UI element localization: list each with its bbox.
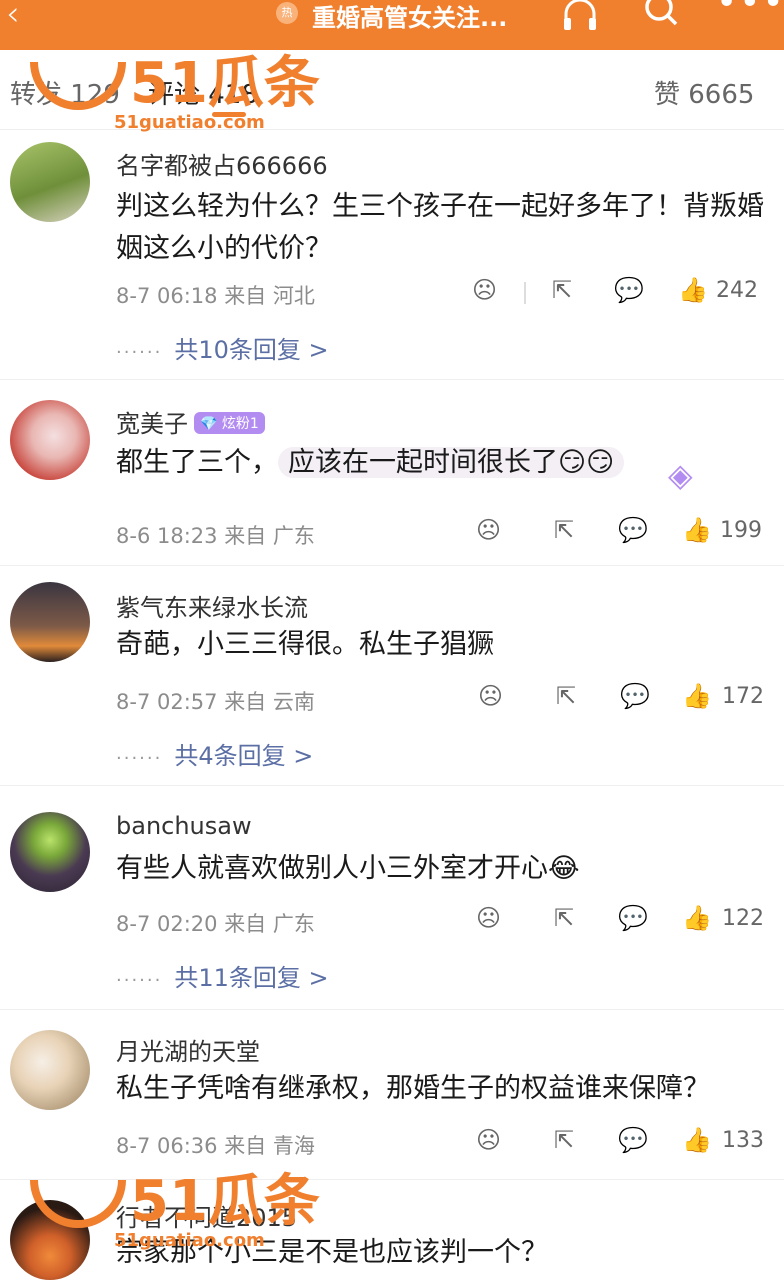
- avatar[interactable]: [10, 582, 90, 662]
- username[interactable]: 名字都被占666666: [116, 146, 328, 181]
- replies-label: 共4条回复 >: [174, 742, 314, 770]
- comment-text-highlight: 应该在一起时间很长了😏😏: [278, 447, 625, 478]
- like-icon[interactable]: 👍: [682, 1126, 712, 1154]
- tab-bar: 转发 129 评论 418 赞 6665: [0, 50, 784, 130]
- username-text: 宽美子: [116, 410, 188, 438]
- share-icon[interactable]: ⇱: [554, 904, 574, 932]
- top-bar: ‹ 热 重婚高管女关注... •••: [0, 0, 784, 50]
- comment-item: 月光湖的天堂 私生子凭啥有继承权，那婚生子的权益谁来保障？ 8-7 06:36 …: [0, 1010, 784, 1180]
- reply-icon[interactable]: 💬: [618, 1126, 648, 1154]
- search-button[interactable]: [642, 0, 682, 41]
- comment-time: 8-7 02:20: [116, 912, 218, 936]
- comment-time: 8-7 02:57: [116, 690, 218, 714]
- active-tab-indicator: [212, 112, 246, 117]
- like-count: 122: [722, 906, 764, 931]
- username[interactable]: 紫气东来绿水长流: [116, 588, 308, 623]
- fan-badge: 💎 炫粉1: [194, 412, 265, 434]
- replies-label: 共11条回复 >: [174, 964, 329, 992]
- comment-item: banchusaw 有些人就喜欢做别人小三外室才开心😂 8-7 02:20 来自…: [0, 786, 784, 1010]
- like-icon[interactable]: 👍: [682, 904, 712, 932]
- tab-likes[interactable]: 赞 6665: [654, 74, 754, 111]
- reply-icon[interactable]: 💬: [618, 904, 648, 932]
- like-icon[interactable]: 👍: [682, 682, 712, 710]
- like-count: 242: [716, 278, 758, 303]
- reply-icon[interactable]: 💬: [618, 516, 648, 544]
- ellipsis-icon: ······: [116, 970, 163, 991]
- hot-badge: 热: [276, 2, 298, 24]
- ellipsis-icon: ······: [116, 342, 163, 363]
- headphones-icon: [564, 0, 596, 30]
- avatar[interactable]: [10, 1200, 90, 1280]
- comment-actions: ☹ ⇱ 💬 👍 133: [470, 1126, 770, 1162]
- comment-actions: ☹ ⇱ 💬 👍 199: [470, 516, 770, 552]
- comment-text: 有些人就喜欢做别人小三外室才开心😂: [116, 853, 580, 884]
- share-icon[interactable]: ⇱: [554, 516, 574, 544]
- share-icon[interactable]: ⇱: [554, 1126, 574, 1154]
- dislike-icon[interactable]: ☹: [472, 276, 497, 304]
- page-title: 重婚高管女关注...: [312, 4, 508, 32]
- comment-meta: 8-7 02:20 来自 广东: [116, 908, 315, 938]
- comment-item: 宽美子 💎 炫粉1 都生了三个， 应该在一起时间很长了😏😏 ◈ 8-6 18:23 …: [0, 380, 784, 566]
- like-icon[interactable]: 👍: [682, 516, 712, 544]
- like-count: 133: [722, 1128, 764, 1153]
- dislike-icon[interactable]: ☹: [478, 682, 503, 710]
- like-icon[interactable]: 👍: [678, 276, 708, 304]
- replies-label: 共10条回复 >: [174, 336, 329, 364]
- username[interactable]: 月光湖的天堂: [116, 1032, 260, 1067]
- diamond-icon: ◈: [668, 456, 693, 494]
- like-count: 199: [720, 518, 762, 543]
- comment-text: 奇葩，小三三得很。私生子猖獗: [116, 629, 494, 660]
- dislike-icon[interactable]: ☹: [476, 516, 501, 544]
- reply-icon[interactable]: 💬: [614, 276, 644, 304]
- listen-button[interactable]: [560, 0, 600, 41]
- comment-time: 8-7 06:18: [116, 284, 218, 308]
- like-count: 172: [722, 684, 764, 709]
- comment-text: 私生子凭啥有继承权，那婚生子的权益谁来保障？: [116, 1073, 710, 1104]
- view-replies-link[interactable]: ······ 共10条回复 >: [116, 330, 329, 365]
- more-icon[interactable]: •••: [716, 0, 784, 23]
- comment-location: 来自 广东: [224, 912, 315, 936]
- share-icon[interactable]: ⇱: [556, 682, 576, 710]
- search-icon: [645, 0, 678, 26]
- comment-meta: 8-7 06:36 来自 青海: [116, 1130, 315, 1160]
- comment-actions: ☹ ⇱ 💬 👍 242: [470, 276, 770, 312]
- username[interactable]: 行者不问道2015: [116, 1198, 297, 1233]
- avatar[interactable]: [10, 812, 90, 892]
- tab-repost[interactable]: 转发 129: [10, 74, 120, 111]
- view-replies-link[interactable]: ······ 共11条回复 >: [116, 958, 329, 993]
- comment-location: 来自 云南: [224, 690, 315, 714]
- dislike-icon[interactable]: ☹: [476, 904, 501, 932]
- view-replies-link[interactable]: ······ 共4条回复 >: [116, 736, 313, 771]
- comment-time: 8-7 06:36: [116, 1134, 218, 1158]
- comment-text-plain: 都生了三个，: [116, 447, 278, 478]
- comment-actions: ☹ ⇱ 💬 👍 122: [470, 904, 770, 940]
- comment-text: 判这么轻为什么？生三个孩子在一起好多年了！背叛婚姻这么小的代价？: [116, 191, 764, 264]
- comment-item: 行者不问道2015 宗家那个小三是不是也应该判一个？: [0, 1180, 784, 1280]
- comment-location: 来自 河北: [224, 284, 315, 308]
- username[interactable]: banchusaw: [116, 812, 252, 840]
- divider: [524, 282, 526, 304]
- comment-time: 8-6 18:23: [116, 524, 218, 548]
- dislike-icon[interactable]: ☹: [476, 1126, 501, 1154]
- comment-meta: 8-7 02:57 来自 云南: [116, 686, 315, 716]
- comment-location: 来自 广东: [224, 524, 315, 548]
- reply-icon[interactable]: 💬: [620, 682, 650, 710]
- comment-meta: 8-6 18:23 来自 广东: [116, 520, 315, 550]
- ellipsis-icon: ······: [116, 748, 163, 769]
- avatar[interactable]: [10, 142, 90, 222]
- avatar[interactable]: [10, 1030, 90, 1110]
- comment-meta: 8-7 06:18 来自 河北: [116, 280, 315, 310]
- comment-actions: ☹ ⇱ 💬 👍 172: [470, 682, 770, 718]
- share-icon[interactable]: ⇱: [552, 276, 572, 304]
- back-icon[interactable]: ‹: [6, 0, 20, 34]
- avatar[interactable]: [10, 400, 90, 480]
- comment-item: 名字都被占666666 判这么轻为什么？生三个孩子在一起好多年了！背叛婚姻这么小…: [0, 130, 784, 380]
- username[interactable]: 宽美子 💎 炫粉1: [116, 404, 265, 439]
- comment-location: 来自 青海: [224, 1134, 315, 1158]
- tab-comments[interactable]: 评论 418: [148, 74, 258, 111]
- comment-text: 宗家那个小三是不是也应该判一个？: [116, 1237, 548, 1268]
- comment-item: 紫气东来绿水长流 奇葩，小三三得很。私生子猖獗 8-7 02:57 来自 云南 …: [0, 566, 784, 786]
